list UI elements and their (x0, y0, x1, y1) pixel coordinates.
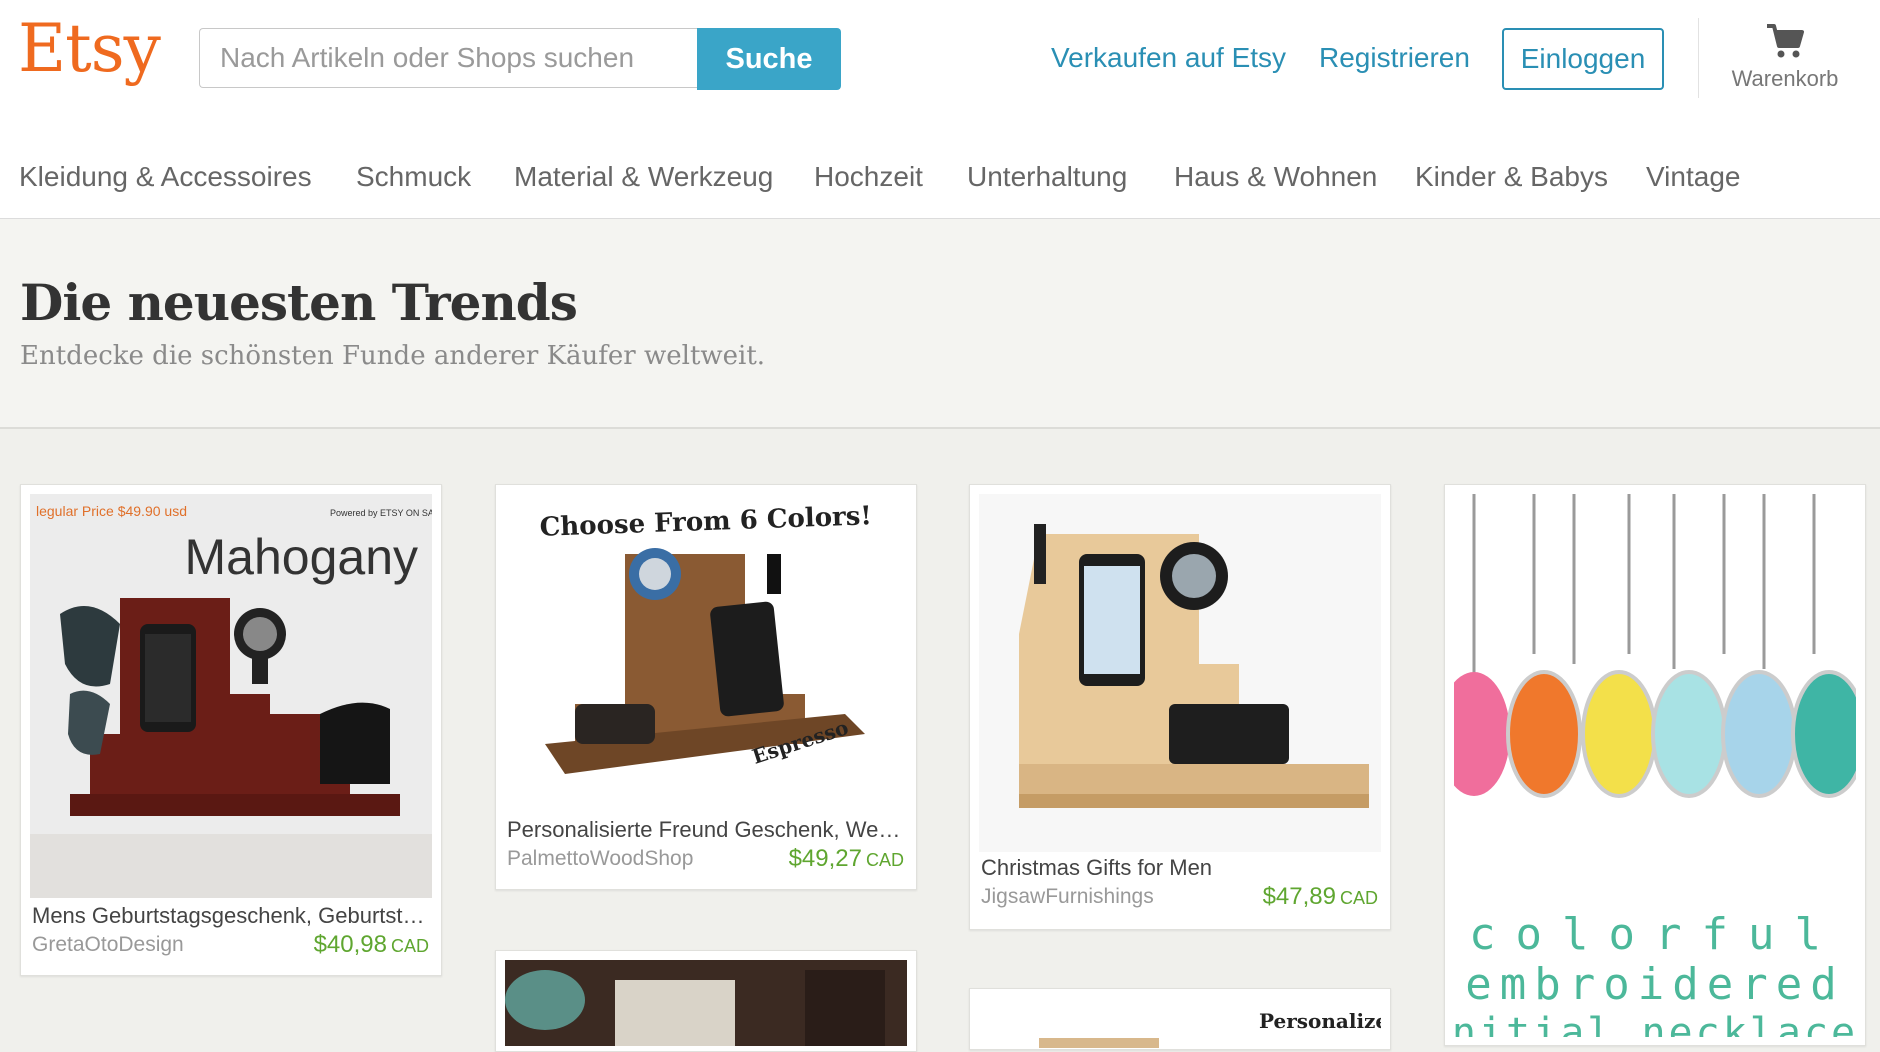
price-currency: CAD (390, 936, 429, 956)
necklace-text-line3: initial necklaces (1454, 1010, 1856, 1037)
category-wedding[interactable]: Hochzeit (814, 161, 923, 193)
listing-card[interactable]: legular Price $49.90 usd Powered by ETSY… (20, 484, 442, 976)
search-button[interactable]: Suche (697, 28, 841, 90)
listing-card[interactable]: Personalized (969, 988, 1391, 1050)
site-header: Etsy Suche Verkaufen auf Etsy Registrier… (0, 0, 1880, 137)
category-entertainment[interactable]: Unterhaltung (967, 161, 1127, 193)
price-currency: CAD (865, 850, 904, 870)
category-vintage[interactable]: Vintage (1646, 161, 1740, 193)
listing-shop[interactable]: JigsawFurnishings (981, 885, 1211, 909)
listing-image[interactable] (505, 960, 907, 1046)
cart-label: Warenkorb (1731, 66, 1839, 91)
listing-title[interactable]: Christmas Gifts for Men (981, 855, 1377, 881)
price-amount: $49,27 (788, 845, 862, 872)
necklace-text-line2: embroidered (1465, 959, 1844, 1010)
listing-image[interactable]: colorful embroidered initial necklaces (1454, 494, 1856, 1037)
register-link[interactable]: Registrieren (1319, 42, 1470, 74)
listing-shop[interactable]: GretaOtoDesign (32, 933, 262, 957)
regular-price-text: legular Price $49.90 usd (36, 503, 187, 519)
shopping-cart-icon (1767, 24, 1804, 58)
etsy-logo[interactable]: Etsy (18, 16, 161, 82)
personalized-text: Personalized (1259, 1009, 1381, 1033)
listing-image[interactable]: Choose From 6 Colors! Espresso (505, 494, 907, 812)
category-kids-babies[interactable]: Kinder & Babys (1415, 161, 1608, 193)
page-subtitle: Entdecke die schönsten Funde anderer Käu… (20, 341, 766, 371)
page-title: Die neuesten Trends (20, 273, 578, 332)
price-currency: CAD (1339, 888, 1378, 908)
category-nav: Kleidung & Accessoires Schmuck Material … (0, 136, 1880, 219)
sell-on-etsy-link[interactable]: Verkaufen auf Etsy (1051, 42, 1286, 74)
listing-price: $49,27 CAD (789, 845, 904, 873)
header-divider (1698, 18, 1699, 98)
listing-card[interactable]: colorful embroidered initial necklaces (1444, 484, 1866, 1046)
login-button[interactable]: Einloggen (1502, 28, 1664, 90)
price-amount: $40,98 (313, 931, 387, 958)
listing-shop[interactable]: PalmettoWoodShop (507, 847, 697, 871)
category-craft-supplies[interactable]: Material & Werkzeug (514, 161, 773, 193)
listing-title[interactable]: Personalisierte Freund Geschenk, Weihnac… (507, 817, 903, 843)
category-jewelry[interactable]: Schmuck (356, 161, 471, 193)
powered-by-text: Powered by ETSY ON SALE (330, 508, 432, 518)
price-amount: $47,89 (1262, 883, 1336, 910)
cart-button[interactable]: Warenkorb (1710, 22, 1860, 92)
category-clothing-accessories[interactable]: Kleidung & Accessoires (19, 161, 312, 193)
listing-price: $47,89 CAD (1263, 883, 1378, 911)
listing-title[interactable]: Mens Geburtstagsgeschenk, Geburtstagsges… (32, 903, 428, 929)
listing-image[interactable]: legular Price $49.90 usd Powered by ETSY… (30, 494, 432, 898)
listing-price: $40,98 CAD (314, 931, 429, 959)
necklace-text-line1: colorful (1469, 909, 1841, 960)
trends-hero: Die neuesten Trends Entdecke die schönst… (0, 219, 1880, 429)
search-input[interactable] (199, 28, 697, 88)
search-bar: Suche (199, 28, 841, 90)
listing-card[interactable]: Christmas Gifts for Men JigsawFurnishing… (969, 484, 1391, 930)
listing-image[interactable]: Personalized (979, 998, 1381, 1048)
listing-card[interactable] (495, 950, 917, 1052)
listing-image[interactable] (979, 494, 1381, 852)
category-home-living[interactable]: Haus & Wohnen (1174, 161, 1377, 193)
listing-card[interactable]: Choose From 6 Colors! Espresso Personali… (495, 484, 917, 890)
mahogany-text: Mahogany (185, 529, 419, 585)
